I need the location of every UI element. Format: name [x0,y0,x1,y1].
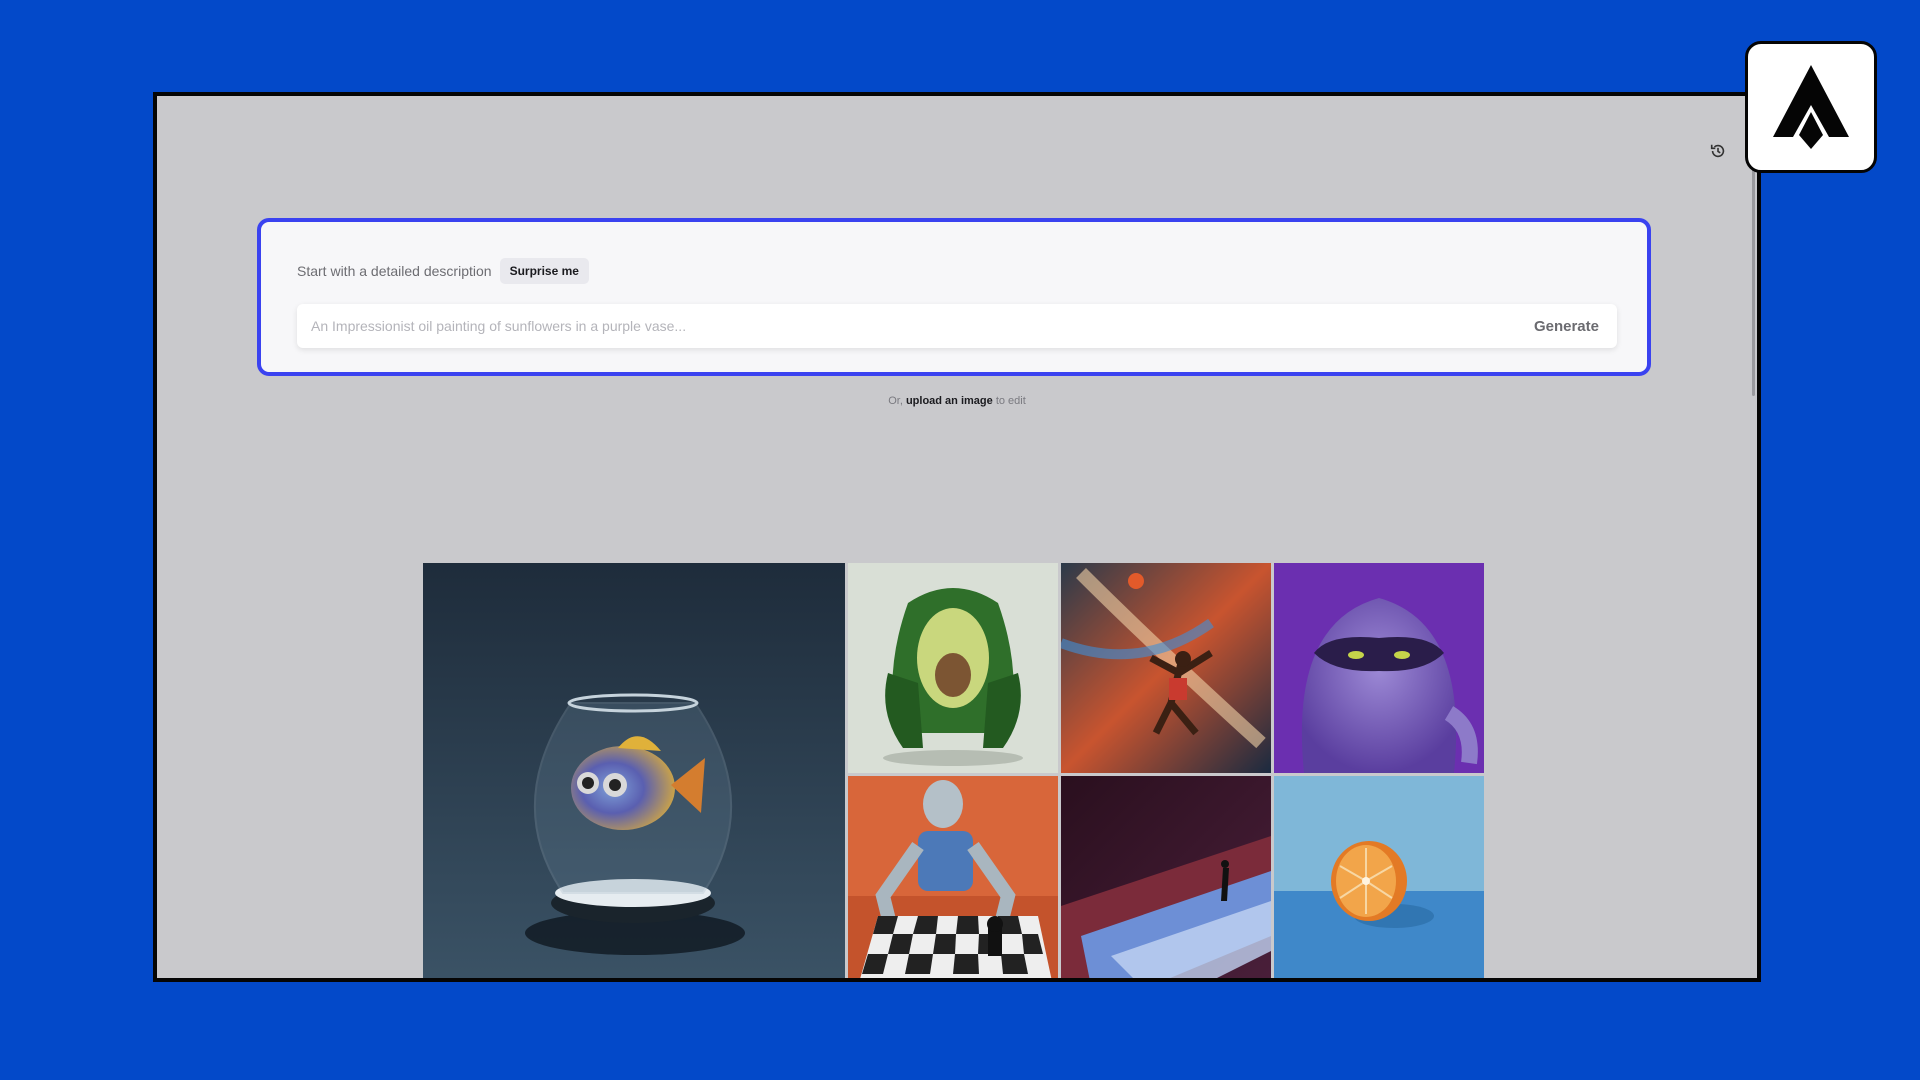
fishbowl-image [423,563,845,978]
surprise-me-button[interactable]: Surprise me [499,258,589,284]
gallery-image-robot-chess[interactable] [848,776,1058,978]
prompt-input[interactable] [297,317,1528,335]
purple-monster-image [1274,563,1484,773]
avocado-chair-image [848,563,1058,773]
prompt-title: Start with a detailed description [297,263,492,279]
orange-image [1274,776,1484,978]
gallery-image-avocado-chair[interactable] [848,563,1058,773]
gallery-image-fishbowl[interactable] [423,563,845,978]
upload-image-link[interactable]: upload an image [906,395,993,407]
upload-line: Or, upload an image to edit [157,395,1757,407]
prompt-input-row: Generate [297,304,1617,348]
dunes-image [1061,776,1271,978]
scrollbar[interactable] [1752,156,1755,396]
gallery-image-orange[interactable] [1274,776,1484,978]
upload-suffix: to edit [995,395,1026,407]
example-gallery [423,563,1484,978]
prompt-header: Start with a detailed description Surpri… [297,258,589,284]
space-dunk-image [1061,563,1271,773]
logo-badge [1745,41,1877,173]
prompt-panel: Start with a detailed description Surpri… [257,218,1651,376]
generate-button[interactable]: Generate [1528,317,1617,336]
robot-chess-image [848,776,1058,978]
gallery-image-space-dunk[interactable] [1061,563,1271,773]
upload-prefix: Or, [888,395,903,407]
gallery-image-dunes[interactable] [1061,776,1271,978]
logo-icon [1773,65,1849,149]
gallery-image-purple-monster[interactable] [1274,563,1484,773]
browser-window: Start with a detailed description Surpri… [153,92,1761,982]
history-icon[interactable] [1709,142,1727,160]
